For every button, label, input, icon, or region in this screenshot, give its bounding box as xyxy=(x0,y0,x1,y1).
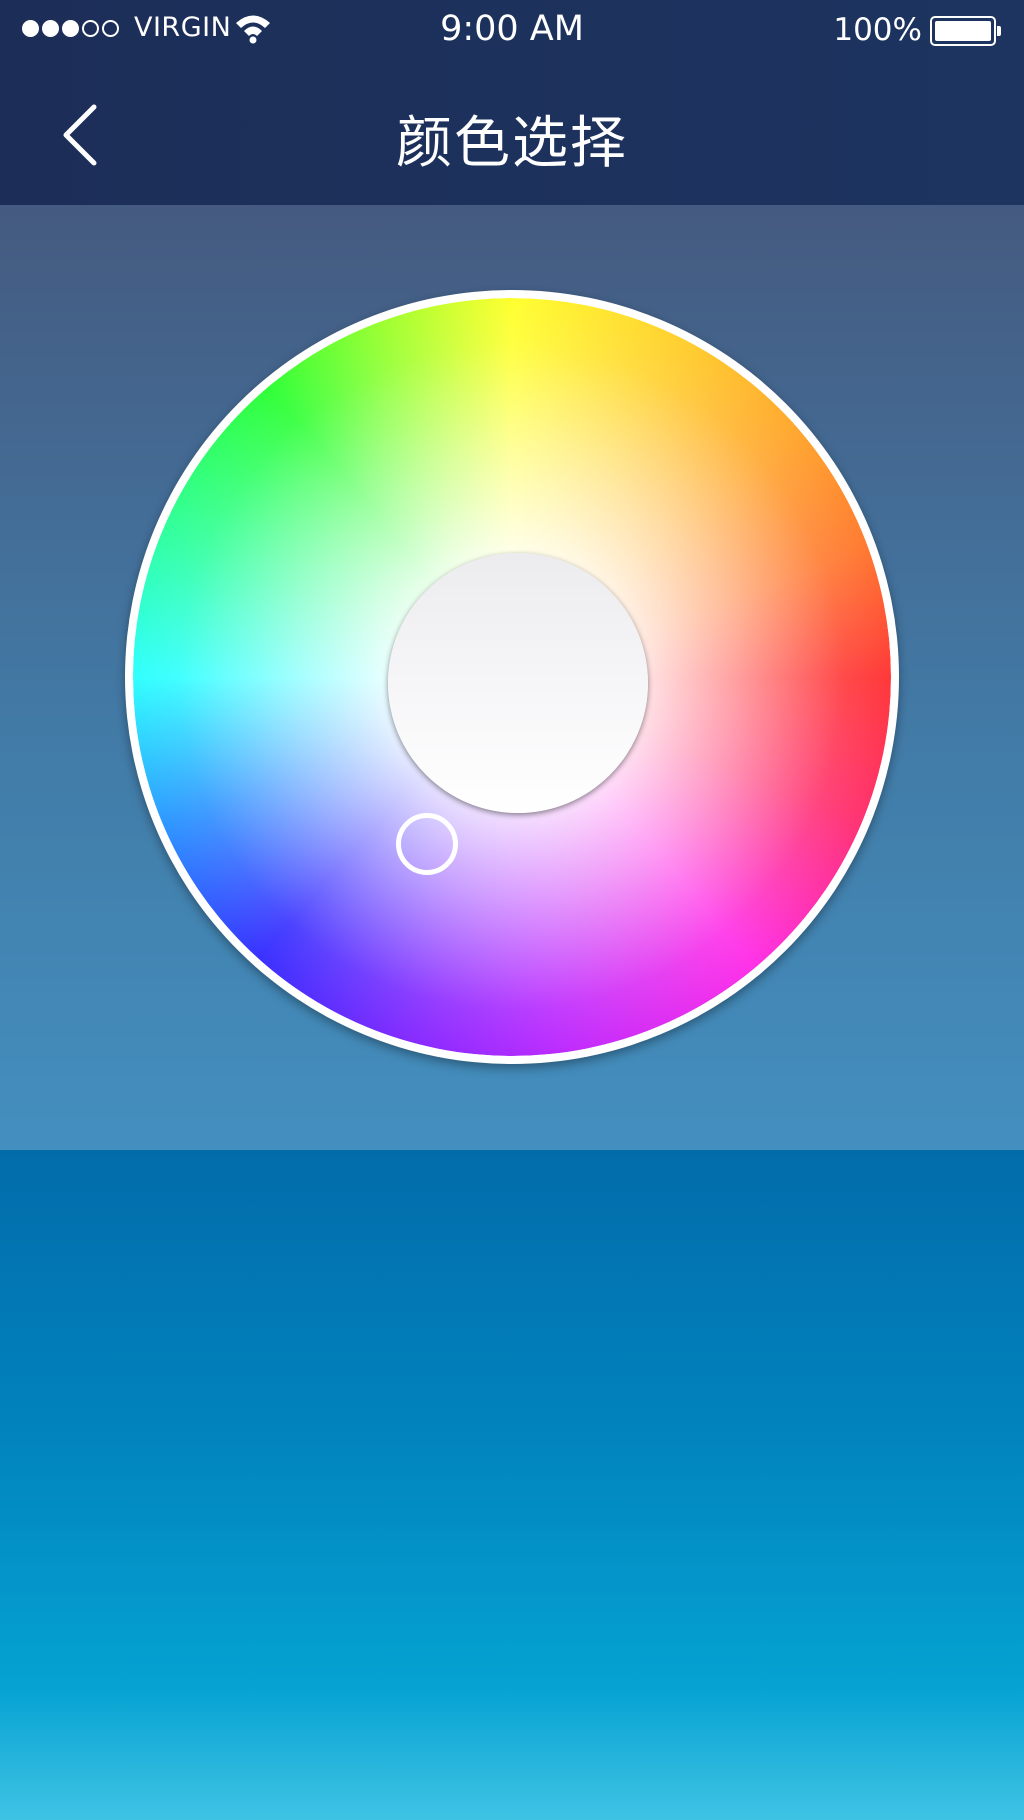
battery-icon xyxy=(930,16,1001,46)
battery-percentage: 100% xyxy=(833,12,922,48)
battery-fill xyxy=(935,21,991,41)
color-preview-area xyxy=(0,1150,1024,1820)
battery-cap xyxy=(997,26,1001,36)
color-picker-panel xyxy=(0,205,1024,1150)
header: VIRGIN 9:00 AM 100% 颜色选择 xyxy=(0,0,1024,205)
color-wheel-ring xyxy=(125,290,899,1064)
nav-bar: 颜色选择 xyxy=(0,60,1024,205)
color-wheel[interactable] xyxy=(133,298,891,1056)
page-title: 颜色选择 xyxy=(396,111,628,176)
status-bar: VIRGIN 9:00 AM 100% xyxy=(0,0,1024,60)
center-color-disc[interactable] xyxy=(388,553,648,813)
color-selector-handle[interactable] xyxy=(396,813,458,875)
